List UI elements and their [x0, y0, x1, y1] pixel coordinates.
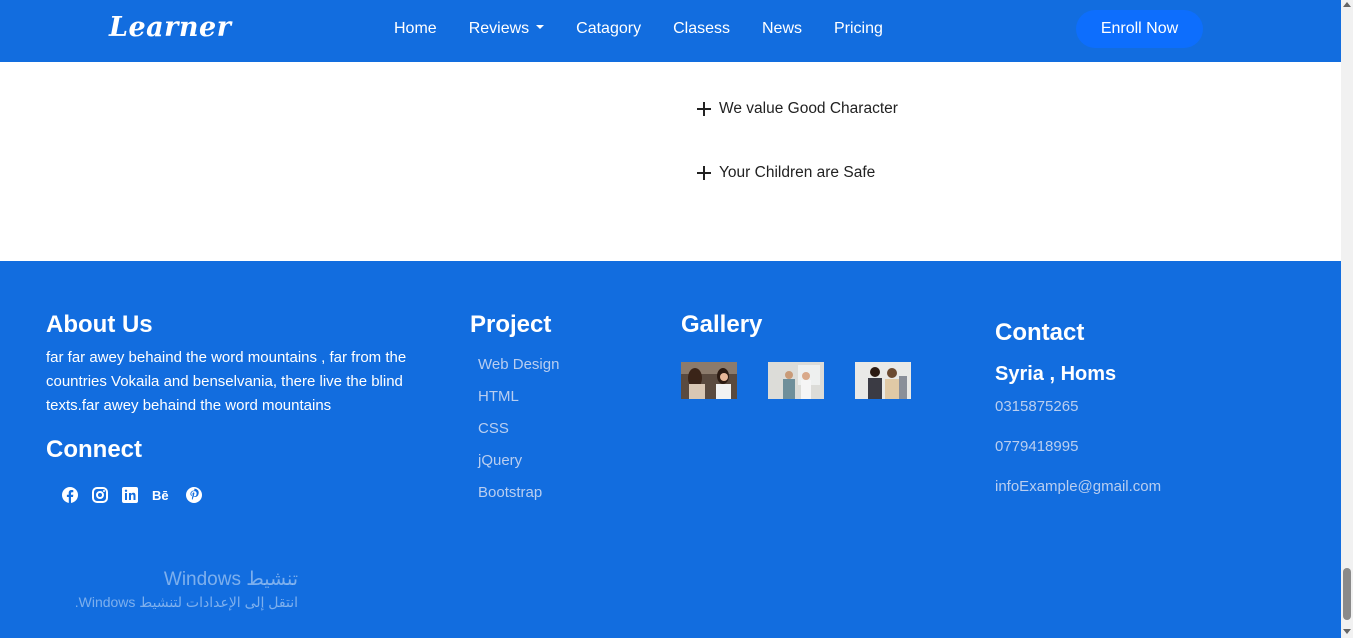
contact-phone[interactable]: 0315875265 [995, 398, 1078, 415]
contact-heading: Contact [995, 319, 1085, 346]
project-heading: Project [470, 311, 552, 338]
nav-links: Home Reviews Catagory Clasess News Prici… [394, 20, 915, 38]
nav-link-pricing[interactable]: Pricing [834, 20, 883, 38]
project-link-css[interactable]: CSS [478, 420, 559, 452]
plus-icon [697, 102, 711, 116]
chevron-down-icon [536, 24, 545, 29]
windows-activation-title: تنشيط Windows [163, 569, 298, 590]
contact-city: Syria , Homs [995, 363, 1117, 385]
behance-icon[interactable]: Bē [152, 487, 172, 503]
navbar: Learner Home Reviews Catagory Clasess Ne… [0, 0, 1341, 62]
facebook-icon[interactable] [62, 487, 78, 503]
scrollbar[interactable] [1341, 0, 1353, 638]
scrollbar-thumb[interactable] [1343, 568, 1351, 620]
accordion-item[interactable]: We value Good Character [697, 96, 898, 122]
contact-email[interactable]: infoExample@gmail.com [995, 478, 1161, 495]
plus-icon [697, 166, 711, 180]
social-links: Bē [62, 487, 216, 503]
project-link-bootstrap[interactable]: Bootstrap [478, 484, 559, 516]
accordion-item-label: Your Children are Safe [719, 164, 876, 181]
connect-heading: Connect [46, 436, 142, 463]
gallery-image[interactable] [855, 362, 911, 399]
gallery-heading: Gallery [681, 311, 763, 338]
scroll-down-arrow-icon[interactable] [1343, 629, 1351, 634]
nav-link-catagory[interactable]: Catagory [576, 20, 641, 38]
gallery-image[interactable] [681, 362, 737, 399]
project-link-html[interactable]: HTML [478, 388, 559, 420]
nav-link-reviews[interactable]: Reviews [468, 20, 545, 38]
scroll-up-arrow-icon[interactable] [1343, 2, 1351, 7]
about-heading: About Us [46, 311, 153, 338]
nav-link-reviews-label: Reviews [468, 20, 530, 37]
nav-link-clasess[interactable]: Clasess [673, 20, 730, 38]
pinterest-icon[interactable] [186, 487, 202, 503]
gallery-image[interactable] [768, 362, 824, 399]
project-link-web-design[interactable]: Web Design [478, 356, 559, 388]
project-list: Web Design HTML CSS jQuery Bootstrap [478, 356, 559, 516]
windows-activation-subtitle: انتقل إلى الإعدادات لتنشيط Windows. [74, 594, 298, 610]
svg-text:Bē: Bē [152, 488, 169, 502]
site-logo[interactable]: Learner [109, 12, 231, 43]
nav-link-news[interactable]: News [762, 20, 802, 38]
instagram-icon[interactable] [92, 487, 108, 503]
contact-phone[interactable]: 0779418995 [995, 438, 1078, 455]
nav-link-home[interactable]: Home [394, 20, 437, 38]
project-link-jquery[interactable]: jQuery [478, 452, 559, 484]
values-list: We value Good Character Your Children ar… [697, 96, 898, 224]
accordion-item-label: We value Good Character [719, 100, 898, 117]
gallery [681, 362, 942, 399]
about-text: far far awey behaind the word mountains … [46, 349, 407, 414]
linkedin-icon[interactable] [122, 487, 138, 503]
enroll-now-button[interactable]: Enroll Now [1076, 10, 1203, 48]
accordion-item[interactable]: Your Children are Safe [697, 160, 898, 186]
